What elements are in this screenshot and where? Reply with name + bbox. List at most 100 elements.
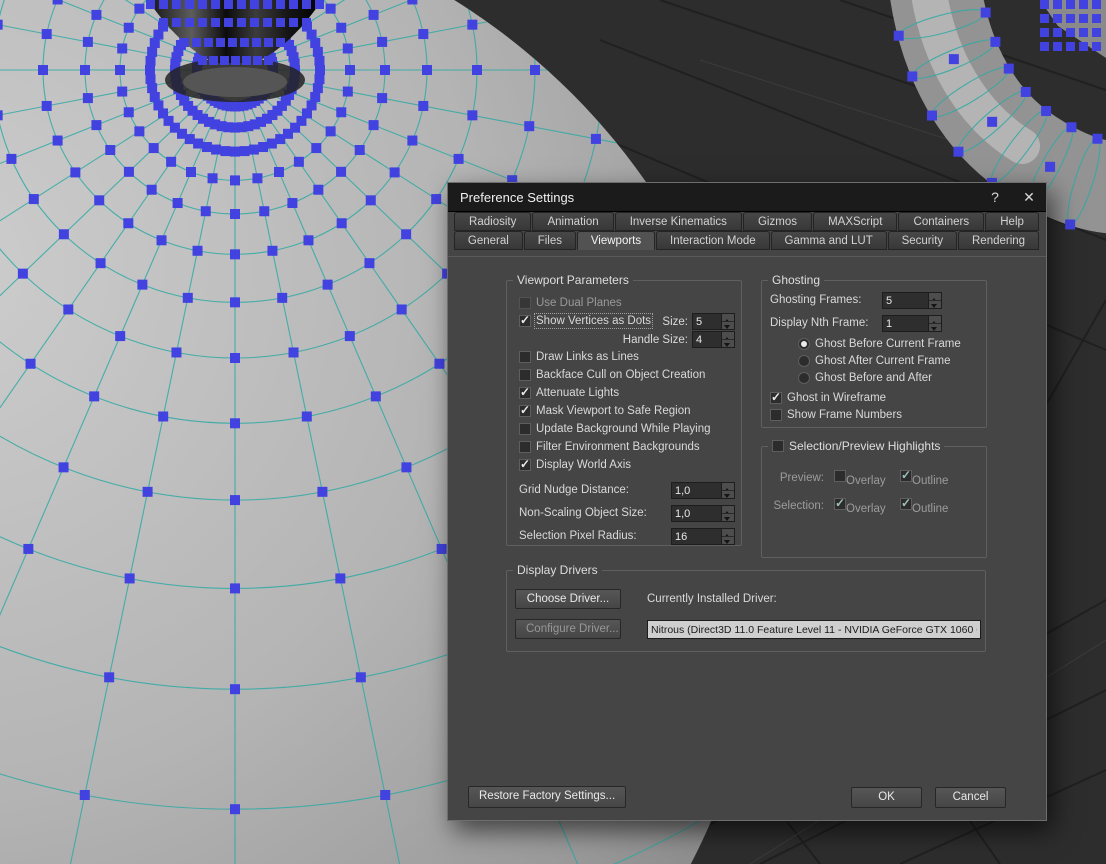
close-icon[interactable]: ✕ bbox=[1012, 184, 1046, 210]
ghosting-frames-spinner[interactable]: 5 bbox=[882, 292, 942, 309]
tab-rendering[interactable]: Rendering bbox=[958, 231, 1040, 250]
spinner-up-arrow[interactable] bbox=[929, 316, 941, 325]
ghost-before-current-frame-row[interactable]: Ghost Before Current Frame bbox=[762, 335, 986, 352]
ghost-in-wireframe-row[interactable]: Ghost in Wireframe bbox=[762, 389, 986, 406]
ghost-before-current-frame-radio[interactable] bbox=[798, 337, 810, 350]
group-title: Viewport Parameters bbox=[513, 273, 633, 287]
checkbox-label: Draw Links as Lines bbox=[536, 351, 639, 363]
spinner-down-arrow[interactable] bbox=[929, 300, 941, 308]
spinner-down-arrow[interactable] bbox=[722, 339, 734, 347]
tab-viewports[interactable]: Viewports bbox=[576, 231, 656, 250]
use-dual-planes-row[interactable]: Use Dual Planes bbox=[507, 294, 741, 312]
tab-animation[interactable]: Animation bbox=[532, 212, 614, 231]
spinner-down-arrow[interactable] bbox=[929, 323, 941, 331]
ok-button[interactable]: OK bbox=[851, 787, 922, 808]
selection-pixel-radius-spinner[interactable]: 16 bbox=[671, 528, 735, 545]
mask-viewport-row[interactable]: Mask Viewport to Safe Region bbox=[507, 402, 741, 420]
mask-viewport-checkbox[interactable] bbox=[519, 403, 531, 417]
attenuate-lights-checkbox[interactable] bbox=[519, 385, 531, 399]
spinner-up-arrow[interactable] bbox=[929, 293, 941, 302]
checkbox-label: Show Vertices as Dots bbox=[533, 313, 654, 329]
spinner-down-arrow[interactable] bbox=[722, 513, 734, 521]
funnel-base-rim bbox=[183, 67, 287, 97]
spinner-down-arrow[interactable] bbox=[722, 321, 734, 329]
tab-general[interactable]: General bbox=[454, 231, 523, 250]
tab-maxscript[interactable]: MAXScript bbox=[813, 212, 898, 231]
spinner-down-arrow[interactable] bbox=[722, 536, 734, 544]
choose-driver-button[interactable]: Choose Driver... bbox=[515, 589, 621, 609]
show-frame-numbers-checkbox[interactable] bbox=[770, 408, 782, 421]
spinner-value[interactable]: 1,0 bbox=[672, 506, 721, 521]
spinner-value[interactable]: 4 bbox=[693, 332, 721, 347]
checkbox-label: Update Background While Playing bbox=[536, 423, 711, 435]
update-background-checkbox[interactable] bbox=[519, 423, 531, 435]
selection-preview-highlights-checkbox[interactable] bbox=[772, 440, 784, 452]
tab-gamma-and-lut[interactable]: Gamma and LUT bbox=[770, 231, 887, 250]
update-background-row[interactable]: Update Background While Playing bbox=[507, 420, 741, 438]
draw-links-as-lines-checkbox[interactable] bbox=[519, 351, 531, 363]
spinner-up-arrow[interactable] bbox=[722, 506, 734, 515]
ghost-before-and-after-radio[interactable] bbox=[798, 371, 810, 384]
ghost-after-current-frame-radio[interactable] bbox=[798, 354, 810, 367]
dialog-titlebar[interactable]: Preference Settings ? ✕ bbox=[448, 183, 1046, 212]
ghost-before-and-after-row[interactable]: Ghost Before and After bbox=[762, 369, 986, 386]
restore-factory-settings-button[interactable]: Restore Factory Settings... bbox=[468, 786, 627, 808]
display-drivers-group: Display Drivers Choose Driver... Configu… bbox=[506, 563, 986, 652]
radio-label: Ghost Before and After bbox=[815, 371, 932, 384]
filter-environment-row[interactable]: Filter Environment Backgrounds bbox=[507, 438, 741, 456]
show-vertices-as-dots-row[interactable]: Show Vertices as Dots Size: 5 bbox=[507, 312, 741, 330]
preview-outline-checkbox[interactable] bbox=[900, 468, 912, 482]
display-nth-frame-row: Display Nth Frame: 1 bbox=[762, 312, 986, 335]
spinner-value[interactable]: 1 bbox=[883, 316, 928, 331]
selection-overlay-checkbox[interactable] bbox=[834, 496, 846, 510]
ghost-after-current-frame-row[interactable]: Ghost After Current Frame bbox=[762, 352, 986, 369]
checkbox-label: Backface Cull on Object Creation bbox=[536, 369, 706, 381]
handle-size-spinner[interactable]: 4 bbox=[692, 331, 735, 348]
spinner-value[interactable]: 5 bbox=[883, 293, 928, 308]
display-world-axis-checkbox[interactable] bbox=[519, 457, 531, 471]
grid-nudge-distance-spinner[interactable]: 1,0 bbox=[671, 482, 735, 499]
spinner-up-arrow[interactable] bbox=[722, 332, 734, 341]
show-frame-numbers-row[interactable]: Show Frame Numbers bbox=[762, 406, 986, 423]
spinner-value[interactable]: 1,0 bbox=[672, 483, 721, 498]
tab-gizmos[interactable]: Gizmos bbox=[742, 212, 813, 231]
vertex-size-spinner[interactable]: 5 bbox=[692, 313, 735, 330]
checkbox-label: Use Dual Planes bbox=[536, 297, 622, 309]
preview-overlay-checkbox[interactable] bbox=[834, 470, 846, 482]
show-vertices-as-dots-checkbox[interactable] bbox=[519, 313, 531, 327]
attenuate-lights-row[interactable]: Attenuate Lights bbox=[507, 384, 741, 402]
installed-driver-field[interactable] bbox=[647, 620, 981, 639]
spinner-up-arrow[interactable] bbox=[722, 314, 734, 323]
non-scaling-object-size-spinner[interactable]: 1,0 bbox=[671, 505, 735, 522]
checkbox-label: Outline bbox=[912, 475, 949, 487]
configure-driver-button[interactable]: Configure Driver... bbox=[515, 619, 621, 639]
backface-cull-checkbox[interactable] bbox=[519, 369, 531, 381]
tab-files[interactable]: Files bbox=[523, 231, 576, 250]
spinner-up-arrow[interactable] bbox=[722, 483, 734, 492]
cancel-button[interactable]: Cancel bbox=[935, 787, 1006, 808]
tab-row-2: General Files Viewports Interaction Mode… bbox=[448, 231, 1046, 250]
display-world-axis-row[interactable]: Display World Axis bbox=[507, 456, 741, 474]
spinner-value[interactable]: 16 bbox=[672, 529, 721, 544]
backface-cull-row[interactable]: Backface Cull on Object Creation bbox=[507, 366, 741, 384]
help-icon[interactable]: ? bbox=[978, 184, 1012, 210]
checkbox-label: Show Frame Numbers bbox=[787, 408, 903, 421]
tab-help[interactable]: Help bbox=[985, 212, 1039, 231]
selection-outline-checkbox[interactable] bbox=[900, 496, 912, 510]
group-title-with-checkbox[interactable]: Selection/Preview Highlights bbox=[768, 439, 945, 453]
tab-radiosity[interactable]: Radiosity bbox=[454, 212, 532, 231]
ghost-in-wireframe-checkbox[interactable] bbox=[770, 390, 782, 404]
display-nth-frame-spinner[interactable]: 1 bbox=[882, 315, 942, 332]
tab-security[interactable]: Security bbox=[887, 231, 958, 250]
tab-containers[interactable]: Containers bbox=[898, 212, 985, 231]
spinner-down-arrow[interactable] bbox=[722, 490, 734, 498]
tab-interaction-mode[interactable]: Interaction Mode bbox=[656, 231, 770, 250]
use-dual-planes-checkbox[interactable] bbox=[519, 297, 531, 309]
filter-environment-checkbox[interactable] bbox=[519, 441, 531, 453]
handle-size-label: Handle Size: bbox=[622, 333, 688, 346]
draw-links-as-lines-row[interactable]: Draw Links as Lines bbox=[507, 348, 741, 366]
checkbox-label: Ghost in Wireframe bbox=[787, 391, 887, 404]
spinner-value[interactable]: 5 bbox=[693, 314, 721, 329]
tab-inverse-kinematics[interactable]: Inverse Kinematics bbox=[614, 212, 742, 231]
spinner-up-arrow[interactable] bbox=[722, 529, 734, 538]
